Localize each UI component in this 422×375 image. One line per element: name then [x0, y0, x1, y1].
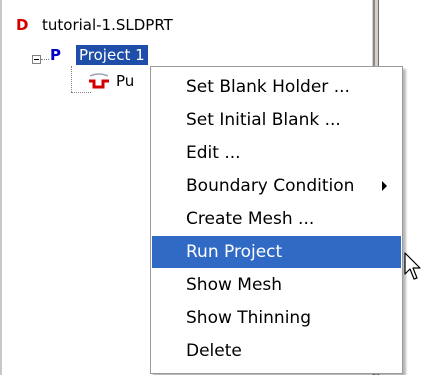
- document-icon: D: [16, 16, 29, 34]
- tree-connector-line: [71, 66, 72, 92]
- submenu-arrow-icon: [382, 181, 387, 191]
- menu-item-label: Delete: [186, 341, 242, 361]
- mouse-pointer-icon: [404, 252, 422, 282]
- menu-item-show-mesh[interactable]: Show Mesh: [152, 269, 401, 301]
- menu-item-edit[interactable]: Edit ...: [152, 137, 401, 169]
- menu-item-set-blank-holder[interactable]: Set Blank Holder ...: [152, 71, 401, 103]
- menu-item-set-initial-blank[interactable]: Set Initial Blank ...: [152, 104, 401, 136]
- project-label-selected: Project 1: [76, 45, 148, 65]
- menu-item-run-project[interactable]: Run Project: [152, 236, 401, 268]
- menu-item-label: Run Project: [186, 242, 283, 262]
- tree-item-root-document[interactable]: D tutorial-1.SLDPRT: [16, 14, 173, 36]
- root-document-label: tutorial-1.SLDPRT: [42, 16, 173, 34]
- tree-item-punch[interactable]: Pu: [88, 70, 134, 92]
- punch-label: Pu: [116, 72, 135, 90]
- project-icon: P: [50, 46, 61, 64]
- menu-item-label: Set Blank Holder ...: [186, 77, 350, 97]
- menu-item-label: Show Thinning: [186, 308, 311, 328]
- menu-item-label: Show Mesh: [186, 275, 283, 295]
- menu-item-create-mesh[interactable]: Create Mesh ...: [152, 203, 401, 235]
- menu-item-show-thinning[interactable]: Show Thinning: [152, 302, 401, 334]
- menu-item-label: Boundary Condition: [186, 176, 355, 196]
- tree-connector-line: [71, 92, 91, 93]
- menu-item-label: Edit ...: [186, 143, 241, 163]
- punch-tool-icon: [88, 72, 110, 90]
- menu-item-boundary-condition[interactable]: Boundary Condition: [152, 170, 401, 202]
- context-menu: Set Blank Holder ... Set Initial Blank .…: [150, 66, 403, 374]
- menu-item-delete[interactable]: Delete: [152, 335, 401, 367]
- menu-item-label: Create Mesh ...: [186, 209, 315, 229]
- tree-item-project[interactable]: P Project 1: [30, 44, 148, 66]
- menu-item-label: Set Initial Blank ...: [186, 110, 341, 130]
